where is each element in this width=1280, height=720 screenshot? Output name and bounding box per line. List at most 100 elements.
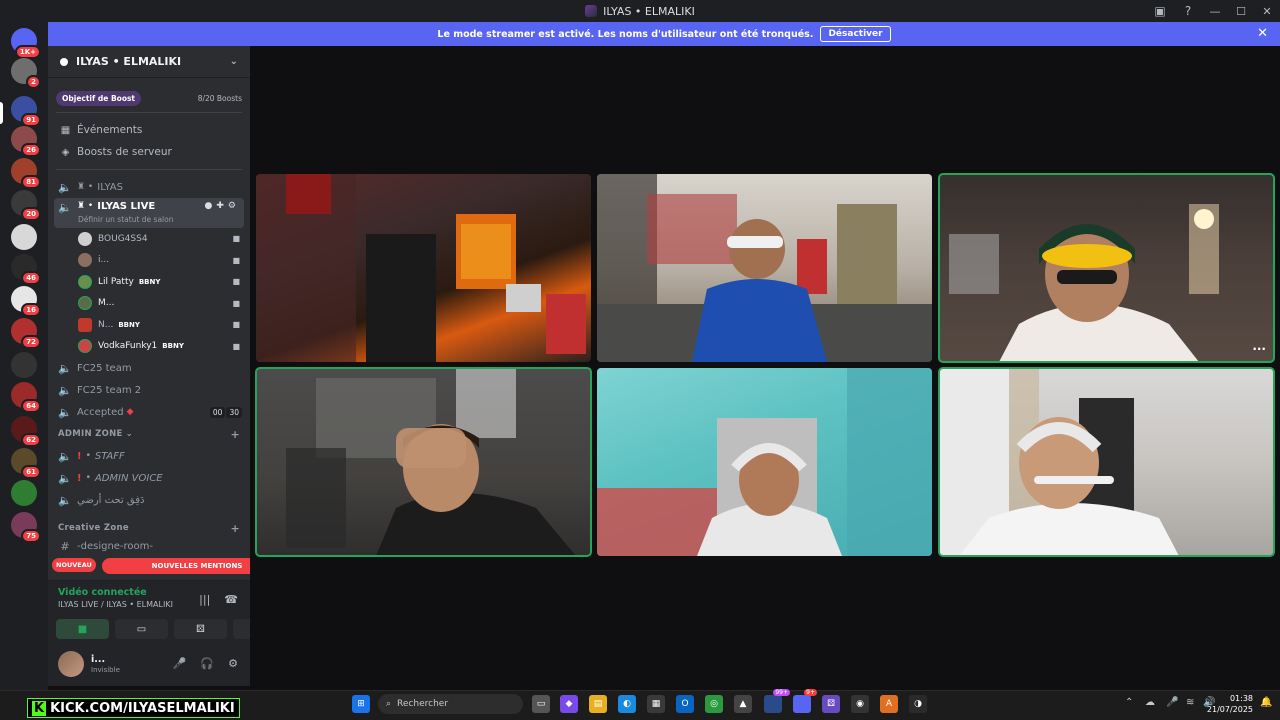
channel-accepted[interactable]: 🔈 Accepted ◆ 00 30 (48, 401, 250, 423)
server-icon[interactable]: 64 (11, 382, 41, 413)
server-header[interactable]: ILYAS • ELMALIKI ⌄ (48, 46, 250, 78)
obs-icon[interactable]: ◉ (851, 695, 869, 713)
username[interactable]: i... (91, 654, 105, 665)
server-icon[interactable]: 91 (11, 96, 41, 127)
notification-icon[interactable]: 🔔 (1260, 697, 1272, 708)
maximize-button[interactable]: ☐ (1228, 0, 1254, 22)
boost-icon: ◈ (61, 146, 70, 158)
nav-server-boosts[interactable]: ◈ Boosts de serveur (48, 141, 250, 163)
server-icon[interactable] (11, 224, 37, 250)
server-icon[interactable]: 75 (11, 512, 41, 543)
chevron-down-icon[interactable]: ⌄ (230, 56, 238, 67)
server-icon[interactable]: 62 (11, 416, 41, 447)
voice-member[interactable]: N... BBNY ■ (48, 314, 250, 336)
noise-suppression-icon[interactable]: ||| (199, 593, 210, 606)
server-icon[interactable] (11, 352, 37, 378)
server-icon[interactable] (11, 480, 37, 506)
minimize-button[interactable]: — (1202, 0, 1228, 22)
voice-status[interactable]: Vidéo connectée (58, 587, 147, 598)
edge-icon[interactable]: ◐ (618, 695, 636, 713)
video-tile[interactable] (256, 174, 591, 362)
voice-member[interactable]: Lil Patty BBNY ■ (48, 271, 250, 293)
channel-ilyas-live[interactable]: 🔈 ♜ • ILYAS LIVE ● ✚ ⚙ Définir un statut… (54, 198, 244, 228)
gamepad-icon[interactable]: ⚄ (822, 695, 840, 713)
voice-channel-path[interactable]: ILYAS LIVE / ILYAS • ELMALIKI (58, 600, 173, 609)
server-icon[interactable]: 20 (11, 190, 41, 221)
activities-button[interactable]: ⚄ (174, 619, 227, 639)
microphone-icon[interactable]: 🎤 (1166, 697, 1178, 708)
user-count-limit: 30 (226, 406, 242, 418)
nav-events[interactable]: ▦ Événements (48, 119, 250, 141)
server-icon[interactable]: 61 (11, 448, 41, 479)
server-icon[interactable]: 26 (11, 126, 41, 157)
invite-icon[interactable]: ✚ (216, 201, 224, 211)
microphone-icon[interactable]: 🎤 (173, 657, 187, 670)
cloud-icon[interactable]: ☁ (1145, 697, 1155, 708)
gear-icon[interactable]: ⚙ (228, 201, 236, 211)
video-tile-speaking[interactable]: ··· (938, 173, 1275, 363)
file-explorer-icon[interactable]: ▤ (589, 695, 607, 713)
task-view-icon[interactable]: ▭ (532, 695, 550, 713)
server-icon[interactable]: 16 (11, 286, 41, 317)
direct-messages-icon[interactable]: 1K+ (11, 28, 41, 59)
rail-badge: 46 (21, 271, 41, 285)
inbox-icon[interactable]: ▣ (1146, 0, 1174, 22)
gear-icon[interactable]: ⚙ (228, 657, 238, 670)
outlook-icon[interactable]: O (676, 695, 694, 713)
alert-icon: ! (77, 450, 82, 462)
store-icon[interactable]: ▦ (647, 695, 665, 713)
video-tile-speaking[interactable] (938, 367, 1275, 557)
nav-boosts-label: Boosts de serveur (77, 146, 172, 158)
category-admin-zone[interactable]: ADMIN ZONE ⌄ + (48, 423, 250, 445)
more-options-icon[interactable]: ··· (1252, 342, 1266, 356)
discord-icon[interactable]: 9+ (793, 689, 817, 713)
disable-streamer-button[interactable]: Désactiver (820, 26, 891, 42)
screen-share-button[interactable]: ▭ (115, 619, 168, 639)
channel-arabic[interactable]: 🔈 دَفِق تحت أرضي (48, 489, 250, 511)
channel-status[interactable]: Définir un statut de salon (78, 215, 173, 224)
voice-member[interactable]: BOUG4SS4 ■ (48, 228, 250, 250)
video-tile[interactable] (597, 368, 932, 556)
channel-fc25-team[interactable]: 🔈 FC25 team (48, 357, 250, 379)
category-creative-zone[interactable]: Creative Zone + (48, 517, 250, 539)
app-icon[interactable]: A (880, 695, 898, 713)
channel-designe-room[interactable]: # -designe-room- (48, 539, 250, 553)
chevron-up-icon[interactable]: ⌃ (1125, 697, 1133, 708)
server-icon[interactable]: 46 (11, 254, 41, 285)
channel-admin-voice[interactable]: 🔈 ! • ADMIN VOICE (48, 467, 250, 489)
channel-ilyas[interactable]: 🔈 ♜ • ILYAS (48, 176, 250, 198)
disconnect-icon[interactable]: ☎ (224, 593, 238, 606)
video-tile-speaking[interactable] (255, 367, 592, 557)
add-channel-icon[interactable]: + (230, 428, 240, 441)
server-icon[interactable]: 2 (11, 58, 41, 89)
start-icon[interactable]: ⊞ (352, 695, 370, 713)
channel-staff[interactable]: 🔈 ! • STAFF (48, 445, 250, 467)
chat-icon[interactable]: ● (205, 201, 213, 211)
avatar[interactable] (58, 651, 84, 677)
headphones-icon[interactable]: 🎧 (200, 657, 214, 670)
clock[interactable]: 01:38 21/07/2025 (1207, 693, 1253, 715)
help-icon[interactable]: ? (1174, 0, 1202, 22)
channel-fc25-team-2[interactable]: 🔈 FC25 team 2 (48, 379, 250, 401)
wifi-icon[interactable]: ≋ (1186, 697, 1194, 708)
voice-member[interactable]: M... ■ (48, 293, 250, 315)
app-icon[interactable]: 99+ (764, 689, 790, 713)
camera-button[interactable]: ■ (56, 619, 109, 639)
copilot-icon[interactable]: ◆ (560, 695, 578, 713)
taskbar-search[interactable]: ⌕ Rechercher (378, 694, 523, 714)
channel-name: Accepted (77, 406, 124, 418)
server-icon[interactable]: 72 (11, 318, 41, 349)
member-name: VodkaFunky1 (98, 341, 158, 352)
voice-member[interactable]: VodkaFunky1 BBNY ■ (48, 336, 250, 358)
voice-member[interactable]: i... ■ (48, 250, 250, 272)
photos-icon[interactable]: ▲ (734, 695, 752, 713)
app-icon[interactable]: ◑ (909, 695, 927, 713)
boost-goal[interactable]: Objectif de Boost 8/20 Boosts (56, 90, 242, 106)
chrome-icon[interactable]: ◎ (705, 695, 723, 713)
close-window-button[interactable]: ✕ (1254, 0, 1280, 22)
add-channel-icon[interactable]: + (230, 522, 240, 535)
member-tag: BBNY (118, 320, 140, 329)
video-tile[interactable] (597, 174, 932, 362)
close-icon[interactable]: ✕ (1257, 26, 1268, 41)
server-icon[interactable]: 81 (11, 158, 41, 189)
